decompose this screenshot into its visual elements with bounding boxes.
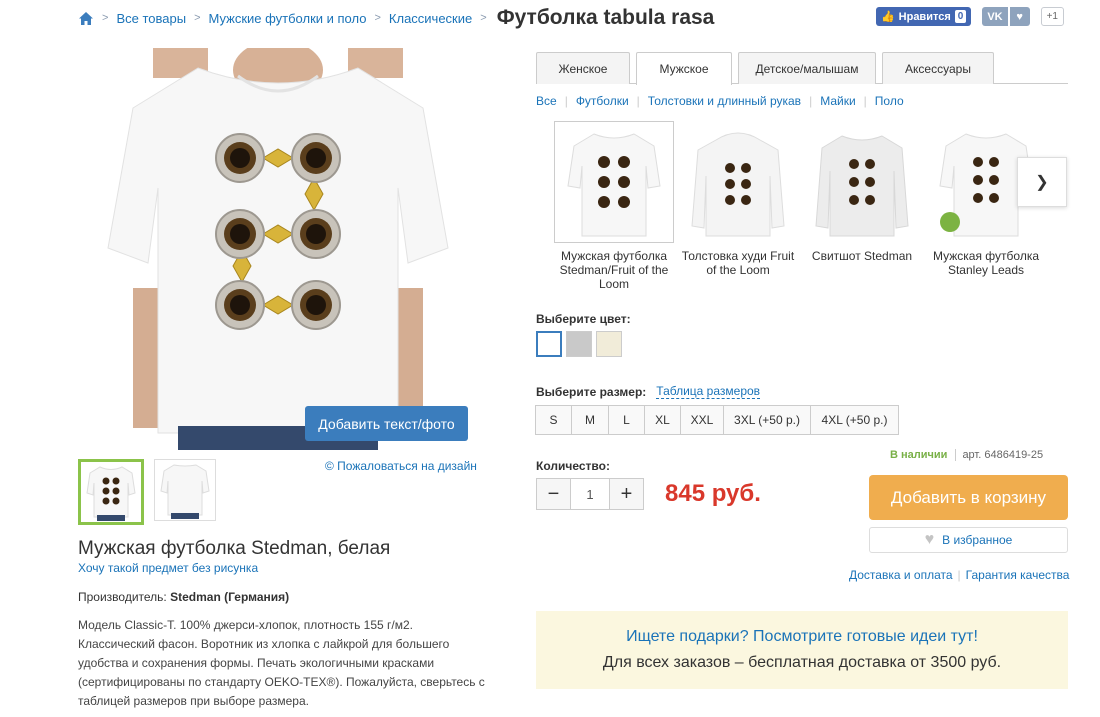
variant-item[interactable]: Свитшот Stedman [802,121,922,291]
size-option-l[interactable]: L [608,405,645,435]
variant-item[interactable]: Мужская футболка Stedman/Fruit of the Lo… [554,121,674,291]
size-label: Выберите размер: [536,384,647,399]
product-description: Модель Classic-T. 100% джерси-хлопок, пл… [78,618,485,708]
favorite-label: В избранное [942,533,1013,547]
stock-info: В наличии арт. 6486419-25 [890,449,1043,461]
heart-icon: ♥ [924,531,935,548]
add-to-cart-button[interactable]: Добавить в корзину [869,475,1068,520]
color-swatch-cream[interactable] [596,331,622,357]
quantity-label: Количество: [536,459,610,473]
thumbnail-back[interactable] [154,459,216,521]
tab-accessories[interactable]: Аксессуары [882,52,994,84]
tab-kids[interactable]: Детское/малышам [738,52,876,84]
subcat-tshirts[interactable]: Футболки [576,94,629,108]
info-links: Доставка и оплата | Гарантия качества [849,568,1070,582]
home-icon[interactable] [78,11,94,26]
chevron-right-icon: > [102,12,109,24]
category-tabs: Женское Мужское Детское/малышам Аксессуа… [536,52,1068,85]
quantity-input[interactable]: 1 [571,478,609,510]
add-text-photo-button[interactable]: Добавить текст/фото [305,406,468,441]
plus-button[interactable]: + [609,478,644,510]
color-swatches [536,331,622,357]
social-buttons: 👍 Нравится 0 VK ♥ +1 [875,7,1064,26]
breadcrumb-item-all[interactable]: Все товары [116,11,186,26]
variant-label: Мужская футболка Stedman/Fruit of the Lo… [559,249,669,291]
size-header: Выберите размер: Таблица размеров [536,384,761,399]
size-options: S M L XL XXL 3XL (+50 р.) 4XL (+50 р.) [535,405,899,435]
gift-ideas-link[interactable]: Ищете подарки? Посмотрите готовые идеи т… [626,628,978,646]
subcat-all[interactable]: Все [536,94,557,108]
report-design-link[interactable]: © Пожаловаться на дизайн [325,459,477,473]
favorite-button[interactable]: ♥ В избранное [869,527,1068,553]
no-print-link[interactable]: Хочу такой предмет без рисунка [78,561,258,575]
subcat-polo[interactable]: Поло [875,94,904,108]
tshirt-illustration [107,48,449,450]
guarantee-link[interactable]: Гарантия качества [966,568,1070,582]
page-title: Футболка tabula rasa [496,6,715,29]
subcat-tanks[interactable]: Майки [820,94,855,108]
variant-image [678,121,798,243]
color-swatch-white[interactable] [536,331,562,357]
chevron-right-icon[interactable]: ❯ [1017,157,1067,207]
heart-icon[interactable]: ♥ [1009,7,1030,26]
variant-image [554,121,674,243]
manufacturer-label: Производитель: [78,590,167,604]
breadcrumb-item-classic[interactable]: Классические [389,11,472,26]
chevron-right-icon: > [374,12,381,24]
size-option-xl[interactable]: XL [644,405,681,435]
size-option-s[interactable]: S [535,405,572,435]
variant-item[interactable]: Толстовка худи Fruit of the Loom [678,121,798,291]
free-delivery-text: Для всех заказов – бесплатная доставка о… [602,654,1002,671]
minus-button[interactable]: − [536,478,571,510]
tshirt-back-thumb [160,464,210,519]
size-option-3xl[interactable]: 3XL (+50 р.) [723,405,811,435]
stock-status: В наличии [890,449,948,461]
product-image [78,48,478,450]
vk-share: VK ♥ [982,7,1030,26]
promo-banner: Ищете подарки? Посмотрите готовые идеи т… [536,611,1068,689]
plus-one-button[interactable]: +1 [1040,7,1064,26]
fb-like-count: 0 [954,10,967,23]
subcategory-links: Все | Футболки | Толстовки и длинный рук… [536,94,904,108]
variant-image [802,121,922,243]
subcat-hoodies[interactable]: Толстовки и длинный рукав [648,94,801,108]
article-number: арт. 6486419-25 [955,449,1043,461]
fb-like-button[interactable]: 👍 Нравится 0 [875,7,972,26]
tshirt-front-thumb [86,466,136,521]
product-title: Мужская футболка Stedman, белая [78,538,391,559]
manufacturer: Производитель: Stedman (Германия) [78,590,289,604]
tab-men[interactable]: Мужское [636,52,732,85]
chevron-right-icon: > [194,12,201,24]
size-table-link[interactable]: Таблица размеров [656,384,761,399]
manufacturer-value: Stedman (Германия) [170,590,290,604]
size-option-xxl[interactable]: XXL [680,405,724,435]
variant-label: Свитшот Stedman [811,249,913,263]
size-option-m[interactable]: M [571,405,609,435]
breadcrumb-item-men[interactable]: Мужские футболки и поло [209,11,367,26]
color-swatch-grey[interactable] [566,331,592,357]
tab-women[interactable]: Женское [536,52,630,84]
size-option-4xl[interactable]: 4XL (+50 р.) [810,405,899,435]
chevron-right-icon: > [480,12,487,24]
thumbs-up-icon: 👍 [880,11,895,23]
vk-button[interactable]: VK [982,7,1008,26]
quantity-stepper: − 1 + [536,478,644,510]
product-variants: Мужская футболка Stedman/Fruit of the Lo… [554,121,1046,291]
color-label: Выберите цвет: [536,312,631,326]
delivery-link[interactable]: Доставка и оплата [849,568,953,582]
fb-like-label: Нравится [898,10,951,23]
variant-label: Мужская футболка Stanley Leads [932,249,1040,277]
breadcrumb: > Все товары > Мужские футболки и поло >… [78,6,714,30]
price: 845 руб. [665,480,761,507]
thumbnail-front[interactable] [78,459,144,525]
image-thumbnails [78,459,216,525]
variant-label: Толстовка худи Fruit of the Loom [681,249,795,277]
